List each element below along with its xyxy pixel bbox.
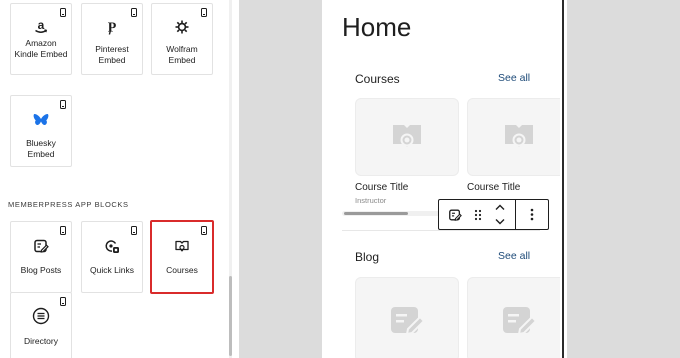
- drag-handle-icon: [474, 209, 482, 220]
- app-preview: Home Courses See all Course Title Instru…: [322, 0, 560, 358]
- courses-section-title: Courses: [355, 72, 400, 86]
- bluesky-icon: [11, 111, 71, 129]
- mobile-device-icon: [60, 8, 66, 17]
- directory-icon: [11, 307, 71, 325]
- drag-handle[interactable]: [469, 200, 487, 229]
- block-label: Pinterest Embed: [95, 44, 129, 65]
- blog-card-image[interactable]: [355, 277, 459, 358]
- quick-links-icon: [82, 237, 142, 255]
- move-up-icon: [495, 204, 505, 210]
- block-inserter-panel: a Amazon Kindle Embed P Pinterest Embed: [0, 0, 232, 358]
- amazon-icon: a: [11, 18, 71, 36]
- block-type-icon: [449, 209, 462, 221]
- phone-frame-border: [562, 0, 564, 358]
- block-label: Blog Posts: [20, 265, 62, 275]
- blog-placeholder-icon: [391, 306, 426, 335]
- svg-text:P: P: [108, 21, 117, 36]
- block-label: Wolfram Embed: [166, 44, 198, 65]
- block-courses[interactable]: Courses: [150, 220, 214, 294]
- move-down-icon: [495, 219, 505, 225]
- course-card-title: Course Title: [355, 182, 409, 193]
- courses-scroll-thumb[interactable]: [344, 212, 408, 215]
- mobile-device-icon: [60, 100, 66, 109]
- section-heading: MEMBERPRESS APP BLOCKS: [8, 200, 129, 209]
- mobile-device-icon: [60, 226, 66, 235]
- block-wolfram-embed[interactable]: Wolfram Embed: [151, 3, 213, 75]
- blog-posts-icon: [11, 237, 71, 255]
- blog-section-title: Blog: [355, 250, 380, 264]
- block-label: Directory: [23, 336, 58, 346]
- course-card-title: Course Title: [467, 182, 521, 193]
- courses-see-all-link[interactable]: See all: [498, 72, 530, 84]
- mobile-device-icon: [201, 226, 207, 235]
- block-blog-posts[interactable]: Blog Posts: [10, 221, 72, 293]
- svg-text:a: a: [38, 19, 45, 32]
- course-card-instructor: Instructor: [355, 196, 387, 205]
- more-options-button[interactable]: [519, 200, 545, 229]
- blog-card-image[interactable]: [467, 277, 560, 358]
- block-quick-links[interactable]: Quick Links: [81, 221, 143, 293]
- block-label: Quick Links: [90, 265, 134, 275]
- course-placeholder-icon: [505, 125, 533, 147]
- pinterest-icon: P: [82, 18, 142, 36]
- course-card-image[interactable]: [467, 98, 560, 176]
- section-divider: [342, 230, 540, 231]
- mobile-device-icon: [131, 8, 137, 17]
- block-amazon-kindle-embed[interactable]: a Amazon Kindle Embed: [10, 3, 72, 75]
- course-placeholder-icon: [393, 125, 421, 147]
- block-toolbar: [438, 199, 549, 230]
- blog-placeholder-icon: [503, 306, 538, 335]
- wolfram-icon: [152, 18, 212, 36]
- block-label: Courses: [166, 265, 198, 275]
- move-down-button[interactable]: [489, 214, 511, 229]
- block-directory[interactable]: Directory: [10, 292, 72, 358]
- move-up-button[interactable]: [489, 200, 511, 215]
- mobile-device-icon: [60, 297, 66, 306]
- block-label: Bluesky Embed: [26, 138, 56, 159]
- more-options-icon: [530, 208, 534, 221]
- block-type-button[interactable]: [443, 200, 467, 229]
- block-pinterest-embed[interactable]: P Pinterest Embed: [81, 3, 143, 75]
- courses-icon: [152, 237, 212, 255]
- course-card-image[interactable]: [355, 98, 459, 176]
- inserter-scrollbar-thumb[interactable]: [229, 276, 232, 356]
- page-title: Home: [342, 12, 412, 42]
- toolbar-separator: [515, 200, 516, 229]
- mobile-device-icon: [201, 8, 207, 17]
- mobile-device-icon: [131, 226, 137, 235]
- block-label: Amazon Kindle Embed: [14, 38, 68, 59]
- blog-see-all-link[interactable]: See all: [498, 250, 530, 262]
- block-bluesky-embed[interactable]: Bluesky Embed: [10, 95, 72, 167]
